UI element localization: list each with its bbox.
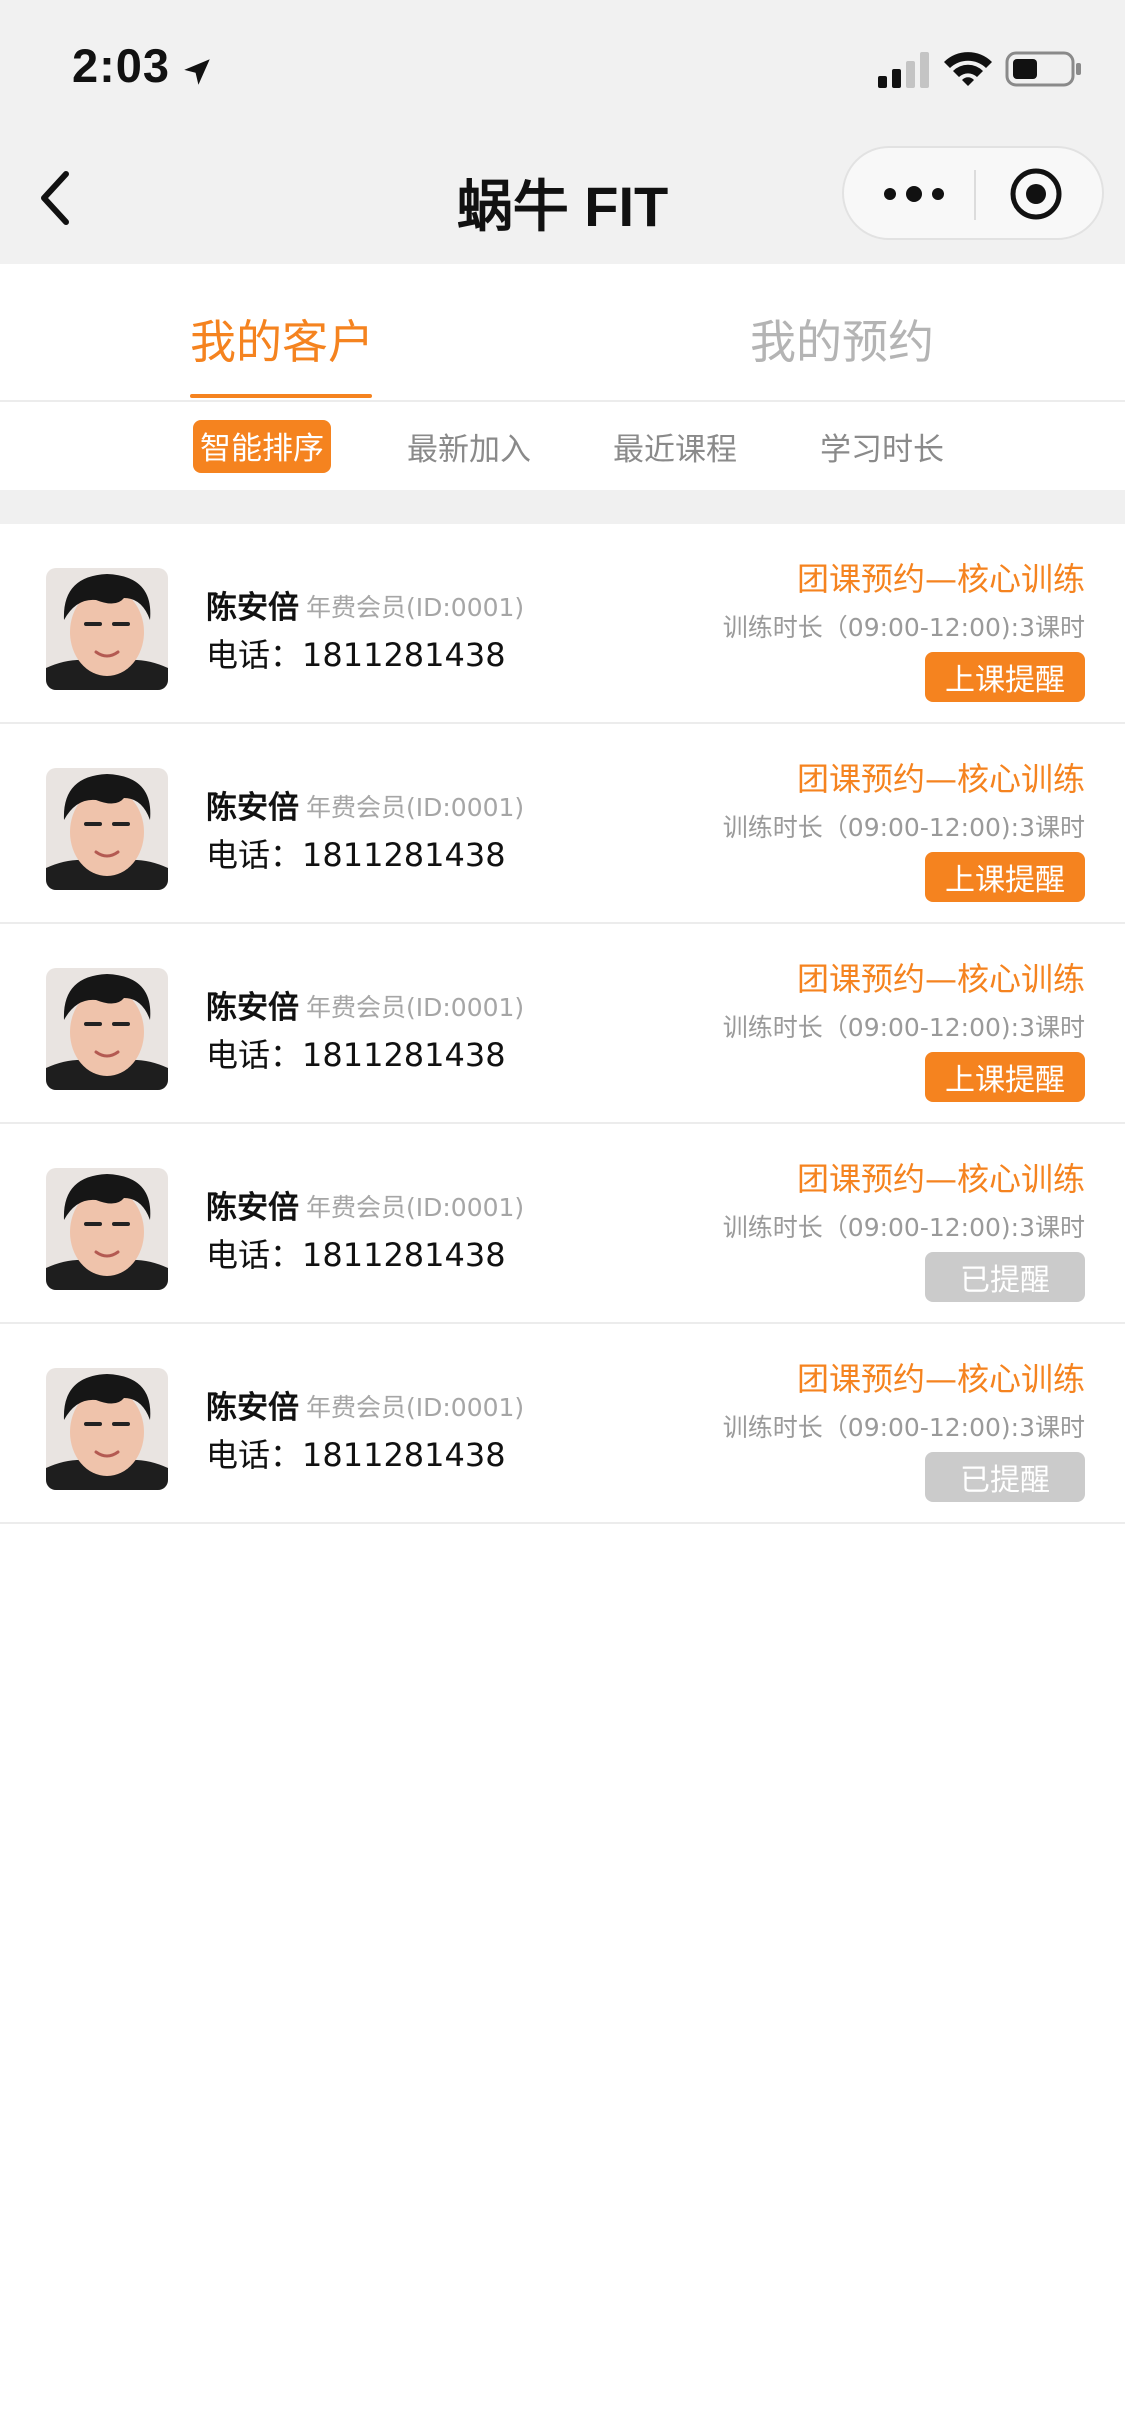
section-divider <box>0 490 1125 524</box>
course-title: 团课预约—核心训练 <box>796 1160 1085 1198</box>
remind-class-button[interactable]: 上课提醒 <box>925 852 1085 902</box>
customer-name: 陈安倍 <box>206 790 299 826</box>
avatar <box>46 1168 168 1290</box>
phone-number: 电话：1811281438 <box>206 836 506 874</box>
status-time: 2:03 <box>72 39 171 92</box>
membership-label: 年费会员(ID:0001) <box>306 1393 525 1422</box>
avatar <box>46 568 168 690</box>
avatar-photo <box>46 768 168 890</box>
customer-row[interactable]: 陈安倍 年费会员(ID:0001) 电话：1811281438 团课预约—核心训… <box>0 1124 1125 1324</box>
avatar <box>46 1368 168 1490</box>
avatar <box>46 968 168 1090</box>
navigation-bar: 蜗牛 FIT <box>0 132 1125 264</box>
close-button[interactable] <box>986 162 1086 226</box>
avatar-photo <box>46 568 168 690</box>
sort-study-time[interactable]: 学习时长 <box>820 424 944 469</box>
capsule-divider <box>974 170 976 220</box>
sort-smart[interactable]: 智能排序 <box>193 420 331 473</box>
membership-label: 年费会员(ID:0001) <box>306 993 525 1022</box>
avatar-photo <box>46 968 168 1090</box>
course-title: 团课预约—核心训练 <box>796 760 1085 798</box>
sort-recent-course[interactable]: 最近课程 <box>613 424 737 469</box>
remind-class-button[interactable]: 上课提醒 <box>925 1052 1085 1102</box>
course-title: 团课预约—核心训练 <box>796 960 1085 998</box>
course-duration: 训练时长（09:00-12:00):3课时 <box>722 1413 1085 1442</box>
course-duration: 训练时长（09:00-12:00):3课时 <box>722 613 1085 642</box>
phone-number: 电话：1811281438 <box>206 636 506 674</box>
tab-my-appointments[interactable]: 我的预约 <box>750 306 934 372</box>
avatar <box>46 768 168 890</box>
course-duration: 训练时长（09:00-12:00):3课时 <box>722 1013 1085 1042</box>
signal-icon <box>878 52 929 88</box>
customer-row[interactable]: 陈安倍 年费会员(ID:0001) 电话：1811281438 团课预约—核心训… <box>0 924 1125 1124</box>
active-tab-indicator <box>190 394 372 398</box>
close-target-icon <box>1010 168 1062 220</box>
customer-name: 陈安倍 <box>206 990 299 1026</box>
location-arrow-icon <box>184 59 210 85</box>
avatar-photo <box>46 1368 168 1490</box>
more-button[interactable] <box>864 162 964 226</box>
membership-label: 年费会员(ID:0001) <box>306 593 525 622</box>
avatar-photo <box>46 1168 168 1290</box>
reminded-button[interactable]: 已提醒 <box>925 1252 1085 1302</box>
customer-row[interactable]: 陈安倍 年费会员(ID:0001) 电话：1811281438 团课预约—核心训… <box>0 724 1125 924</box>
membership-label: 年费会员(ID:0001) <box>306 1193 525 1222</box>
course-duration: 训练时长（09:00-12:00):3课时 <box>722 1213 1085 1242</box>
mini-program-capsule <box>842 146 1104 240</box>
sort-bar: 智能排序 最新加入 最近课程 学习时长 <box>0 402 1125 490</box>
phone-number: 电话：1811281438 <box>206 1036 506 1074</box>
course-title: 团课预约—核心训练 <box>796 560 1085 598</box>
customer-list: 陈安倍 年费会员(ID:0001) 电话：1811281438 团课预约—核心训… <box>0 524 1125 1524</box>
membership-label: 年费会员(ID:0001) <box>306 793 525 822</box>
customer-name: 陈安倍 <box>206 1190 299 1226</box>
remind-class-button[interactable]: 上课提醒 <box>925 652 1085 702</box>
customer-row[interactable]: 陈安倍 年费会员(ID:0001) 电话：1811281438 团课预约—核心训… <box>0 524 1125 724</box>
customer-name: 陈安倍 <box>206 1390 299 1426</box>
status-bar: 2:03 <box>0 0 1125 132</box>
course-duration: 训练时长（09:00-12:00):3课时 <box>722 813 1085 842</box>
wifi-icon <box>944 52 992 86</box>
main-tabs: 我的客户 我的预约 <box>0 264 1125 402</box>
phone-number: 电话：1811281438 <box>206 1436 506 1474</box>
reminded-button[interactable]: 已提醒 <box>925 1452 1085 1502</box>
customer-name: 陈安倍 <box>206 590 299 626</box>
sort-newest[interactable]: 最新加入 <box>407 424 531 469</box>
more-dots-icon <box>884 186 944 202</box>
tab-my-customers[interactable]: 我的客户 <box>190 306 374 372</box>
battery-icon <box>1005 51 1081 87</box>
phone-number: 电话：1811281438 <box>206 1236 506 1274</box>
course-title: 团课预约—核心训练 <box>796 1360 1085 1398</box>
customer-row[interactable]: 陈安倍 年费会员(ID:0001) 电话：1811281438 团课预约—核心训… <box>0 1324 1125 1524</box>
